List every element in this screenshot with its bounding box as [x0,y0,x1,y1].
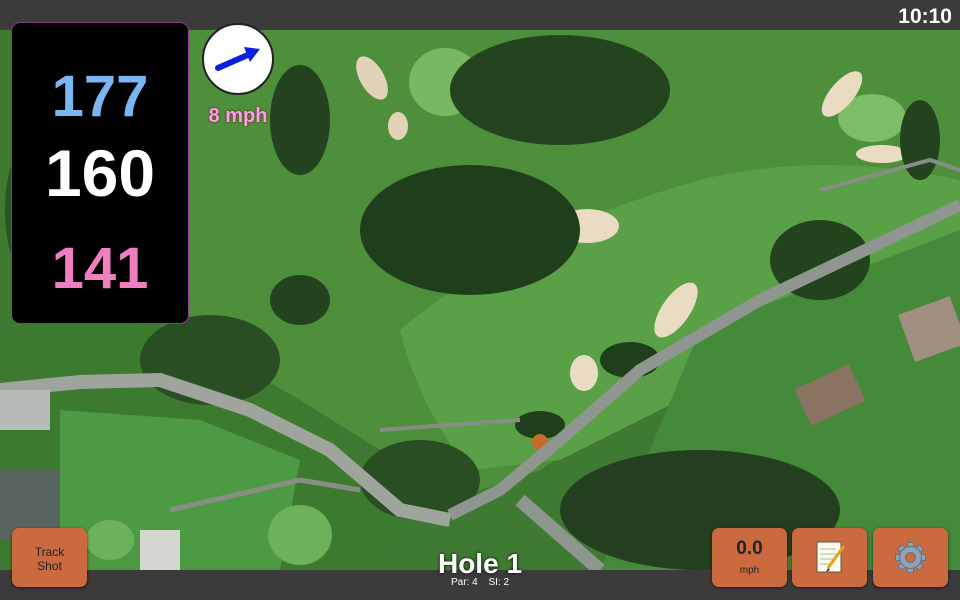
hole-stroke-index: SI: 2 [488,577,510,588]
wind-speed: 8 mph [208,105,268,127]
wind-arrow-icon [215,47,260,71]
hole-title: Hole 1 [437,548,523,579]
swing-speed-button[interactable]: 0.0 mph [712,528,787,587]
clock: 10:10 [898,5,952,28]
distance-middle-of-green: 160 [44,136,156,210]
track-shot-button[interactable]: Track Shot [12,528,87,587]
hole-info: Par: 4 SI: 2 [380,577,580,588]
notes-button[interactable] [792,528,867,587]
notepad-icon [816,541,846,573]
settings-button[interactable] [873,528,948,587]
distance-front-of-green: 141 [51,236,149,301]
gear-icon [895,542,926,573]
hole-par: Par: 4 [450,577,478,588]
track-shot-label: Track Shot [34,545,65,573]
speed-value: 0.0 [736,538,763,559]
speed-unit: mph [739,565,760,576]
wind-indicator[interactable] [202,23,274,95]
distance-panel: 177 160 141 [11,22,189,324]
distance-back-of-green: 177 [51,64,149,129]
